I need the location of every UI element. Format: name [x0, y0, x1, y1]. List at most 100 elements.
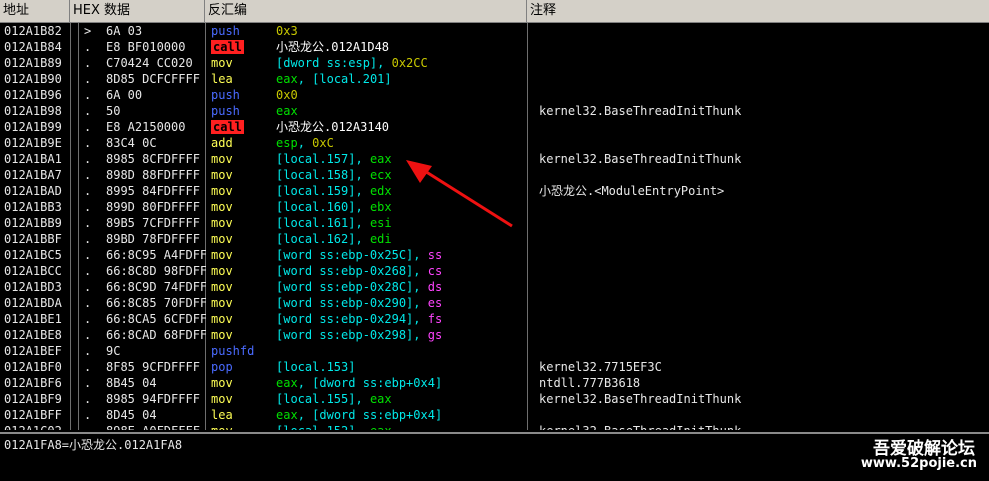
operand-token: eax — [369, 392, 392, 406]
row-address: 012A1BFF — [4, 408, 62, 422]
row-mnemonic: push — [211, 87, 271, 103]
row-hex-bytes: 66:8CA5 6CFDFF — [106, 312, 206, 326]
disasm-row[interactable]: 012A1B9E. 83C4 0C add esp, 0xC — [0, 135, 989, 151]
operand-token: [word ss:ebp-0x298] — [276, 328, 414, 342]
operand-token: , — [355, 392, 370, 406]
mnemonic-text: mov — [211, 264, 233, 278]
row-mnemonic: pop — [211, 359, 271, 375]
disassembly-pane[interactable]: 012A1B82 >6A 03 push 0x3 012A1B84. E8 BF01000… — [0, 23, 989, 430]
disasm-row[interactable]: 012A1B84. E8 BF010000 call 小恐龙公.012A1D48 — [0, 39, 989, 55]
row-hex-bytes: 899D 80FDFFFF — [106, 200, 200, 214]
operand-token: 小恐龙公.012A3140 — [276, 120, 390, 134]
operand-token: eax — [369, 152, 392, 166]
operand-token: , — [413, 312, 428, 326]
header-disassembly[interactable]: 反汇编 — [205, 0, 527, 22]
row-address: 012A1BEF — [4, 344, 62, 358]
row-marker: . — [84, 184, 92, 198]
disasm-row[interactable]: 012A1BA1. 8985 8CFDFFFF mov [local.157], ea… — [0, 151, 989, 167]
row-comment — [539, 199, 979, 215]
row-mnemonic: mov — [211, 151, 271, 167]
disasm-row[interactable]: 012A1BBF. 89BD 78FDFFFF mov [local.162], ed… — [0, 231, 989, 247]
operand-token: , — [413, 296, 428, 310]
row-address: 012A1B96 — [4, 88, 62, 102]
row-marker: . — [84, 296, 92, 310]
row-comment — [539, 247, 979, 263]
row-hex-bytes: E8 A2150000 — [106, 120, 186, 134]
operand-token: eax — [276, 376, 298, 390]
operand-token: [word ss:ebp-0x290] — [276, 296, 414, 310]
mnemonic-text: mov — [211, 424, 233, 430]
disasm-row[interactable]: 012A1C02. 898E A0FDFFFF mov [local.152], ea… — [0, 423, 989, 430]
row-comment — [539, 311, 979, 327]
row-comment — [539, 231, 979, 247]
row-operands: eax — [276, 103, 526, 119]
mnemonic-text: push — [211, 88, 240, 102]
row-mnemonic: mov — [211, 391, 271, 407]
mnemonic-text: call — [211, 120, 244, 134]
header-comment[interactable]: 注释 — [527, 0, 989, 22]
disasm-row[interactable]: 012A1BF0. 8F85 9CFDFFFF pop [local.153] kern… — [0, 359, 989, 375]
row-operands: [local.160], ebx — [276, 199, 526, 215]
disasm-row[interactable]: 012A1B90. 8D85 DCFCFFFF lea eax, [local.201… — [0, 71, 989, 87]
disasm-row[interactable]: 012A1BD3. 66:8C9D 74FDFF mov [word ss:ebp-0… — [0, 279, 989, 295]
row-comment — [539, 135, 979, 151]
disasm-row[interactable]: 012A1BA7. 898D 88FDFFFF mov [local.158], ec… — [0, 167, 989, 183]
row-operands: 小恐龙公.012A3140 — [276, 119, 526, 135]
mnemonic-text: pushfd — [211, 344, 255, 358]
disasm-row[interactable]: 012A1BC5. 66:8C95 A4FDFF mov [word ss:ebp-0… — [0, 247, 989, 263]
operand-token: eax — [370, 424, 392, 430]
row-hex-bytes: 66:8CAD 68FDFF — [106, 328, 206, 342]
row-operands: 小恐龙公.012A1D48 — [276, 39, 526, 55]
operand-token: [local.201] — [312, 72, 392, 86]
row-address: 012A1BF9 — [4, 392, 62, 406]
row-marker: . — [84, 248, 92, 262]
row-comment: kernel32.BaseThreadInitThunk — [539, 423, 979, 430]
row-mnemonic: pushfd — [211, 343, 271, 359]
row-address: 012A1C02 — [4, 423, 70, 430]
row-address: 012A1BAD — [4, 184, 62, 198]
row-mnemonic: mov — [211, 247, 271, 263]
operand-token: gs — [427, 328, 443, 342]
row-operands: [word ss:ebp-0x28C], ds — [276, 279, 526, 295]
disasm-row[interactable]: 012A1BE1. 66:8CA5 6CFDFF mov [word ss:ebp-0… — [0, 311, 989, 327]
disasm-row[interactable]: 012A1B99. E8 A2150000 call 小恐龙公.012A3140 — [0, 119, 989, 135]
operand-token: 小恐龙公.012A1D48 — [276, 40, 390, 54]
disasm-row[interactable]: 012A1BE8. 66:8CAD 68FDFF mov [word ss:ebp-0… — [0, 327, 989, 343]
row-comment — [539, 279, 979, 295]
operand-token: [word ss:ebp-0x28C] — [276, 280, 414, 294]
row-comment — [539, 55, 979, 71]
row-address: 012A1B99 — [4, 120, 62, 134]
row-marker: . — [84, 136, 92, 150]
disasm-row[interactable]: 012A1B82 >6A 03 push 0x3 — [0, 23, 989, 39]
disasm-row[interactable]: 012A1BF9. 8985 94FDFFFF mov [local.155], ea… — [0, 391, 989, 407]
disasm-row[interactable]: 012A1BB3. 899D 80FDFFFF mov [local.160], eb… — [0, 199, 989, 215]
operand-token: [dword ss:ebp+0x4] — [312, 408, 443, 422]
operand-token: [local.157] — [276, 152, 356, 166]
disasm-row[interactable]: 012A1BEF. 9C pushfd — [0, 343, 989, 359]
disasm-row[interactable]: 012A1BCC. 66:8C8D 98FDFF mov [word ss:ebp-0… — [0, 263, 989, 279]
disasm-row[interactable]: 012A1BB9. 89B5 7CFDFFFF mov [local.161], es… — [0, 215, 989, 231]
mnemonic-text: mov — [211, 216, 233, 230]
row-hex-bytes: E8 BF010000 — [106, 40, 186, 54]
operand-token: , — [297, 408, 313, 422]
row-operands: [local.159], edx — [276, 183, 526, 199]
mnemonic-text: lea — [211, 408, 233, 422]
row-operands: [word ss:ebp-0x268], cs — [276, 263, 526, 279]
column-header: 地址 HEX 数据 反汇编 注释 — [0, 0, 989, 23]
disasm-row[interactable]: 012A1B96. 6A 00 push 0x0 — [0, 87, 989, 103]
disasm-row[interactable]: 012A1B89. C70424 CC020 mov [dword ss:esp], … — [0, 55, 989, 71]
disasm-row[interactable]: 012A1BAD. 8995 84FDFFFF mov [local.159], ed… — [0, 183, 989, 199]
header-hex[interactable]: HEX 数据 — [70, 0, 205, 22]
mnemonic-text: mov — [211, 200, 233, 214]
disasm-row[interactable]: 012A1BDA. 66:8C85 70FDFF mov [word ss:ebp-0… — [0, 295, 989, 311]
row-mnemonic: mov — [211, 311, 271, 327]
row-comment: kernel32.BaseThreadInitThunk — [539, 104, 742, 118]
disasm-row[interactable]: 012A1BFF. 8D45 04 lea eax, [dword ss:ebp+0x… — [0, 407, 989, 423]
operand-token: [dword ss:esp] — [276, 56, 378, 70]
row-address: 012A1BB9 — [4, 216, 62, 230]
header-address[interactable]: 地址 — [0, 0, 70, 22]
disasm-row[interactable]: 012A1B98. 50 push eax kernel32.BaseThreadIni… — [0, 103, 989, 119]
disasm-row[interactable]: 012A1BF6. 8B45 04 mov eax, [dword ss:ebp+0x… — [0, 375, 989, 391]
row-operands: [local.152], eax — [276, 423, 526, 430]
row-mnemonic: push — [211, 23, 271, 39]
